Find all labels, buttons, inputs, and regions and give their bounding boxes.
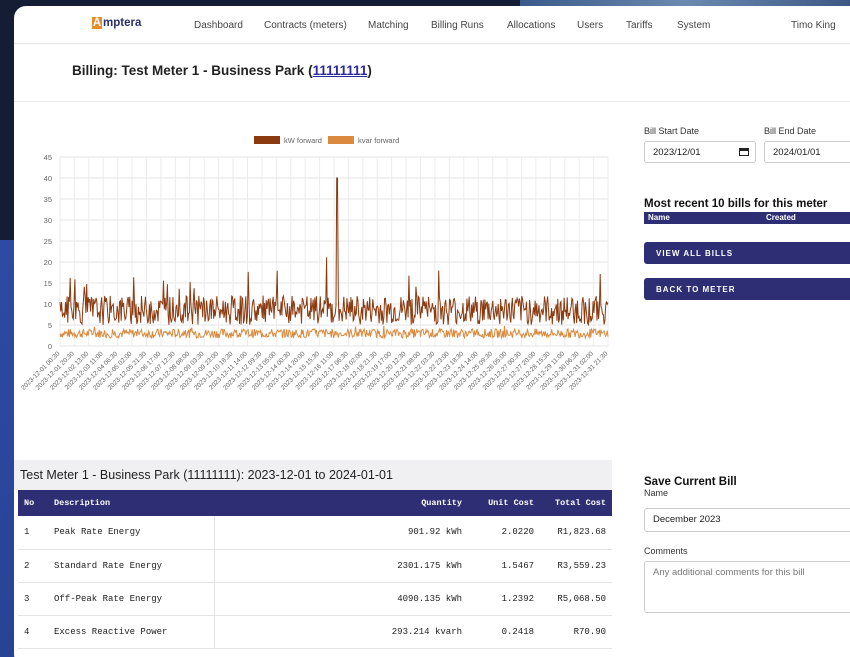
view-all-bills-button[interactable]: VIEW ALL BILLS (644, 242, 850, 264)
bill-name-input[interactable]: December 2023 (644, 508, 850, 532)
table-row: 3 Off-Peak Rate Energy 4090.135 kWh 1.23… (18, 582, 612, 616)
cell-description: Excess Reactive Power (48, 615, 215, 649)
legend-label: kvar forward (358, 136, 399, 145)
table-row: 1 Peak Rate Energy 901.92 kWh 2.0220 R1,… (18, 516, 612, 550)
th-unit-cost: Unit Cost (468, 490, 540, 516)
cell-quantity: 293.214 kvarh (214, 615, 468, 649)
cell-total-cost: R5,068.50 (540, 582, 612, 616)
cell-no: 4 (18, 615, 48, 649)
bill-name-label: Name (644, 488, 669, 498)
table-row: 2 Standard Rate Energy 2301.175 kWh 1.54… (18, 549, 612, 583)
th-description: Description (48, 490, 215, 516)
recent-bills-header: Name Created (644, 212, 850, 224)
recent-bills-title: Most recent 10 bills for this meter (644, 198, 828, 210)
y-tick-label: 30 (44, 216, 52, 225)
th-quantity: Quantity (214, 490, 468, 516)
cell-no: 3 (18, 582, 48, 616)
app-window: Amptera Dashboard Contracts (meters) Mat… (14, 6, 850, 657)
y-tick-label: 5 (48, 321, 52, 330)
chart-svg: 0510152025303540452023-12-01 00:302023-1… (20, 136, 610, 392)
col-created: Created (766, 213, 796, 222)
start-date-value: 2023/12/01 (653, 147, 701, 158)
calendar-icon[interactable] (739, 148, 749, 156)
y-tick-label: 20 (44, 258, 52, 267)
cell-quantity: 901.92 kWh (214, 516, 468, 550)
cell-no: 2 (18, 549, 48, 583)
y-tick-label: 45 (44, 153, 52, 162)
page-title: Billing: Test Meter 1 - Business Park (1… (72, 63, 372, 78)
cell-unit-cost: 2.0220 (468, 516, 540, 550)
nav-system[interactable]: System (677, 20, 710, 31)
nav-dashboard[interactable]: Dashboard (194, 20, 243, 31)
col-name: Name (648, 213, 670, 222)
cell-description: Peak Rate Energy (48, 516, 215, 550)
start-date-input[interactable]: 2023/12/01 (644, 141, 756, 163)
save-bill-panel: Save Current Bill Name December 2023 Com… (644, 476, 850, 613)
cell-unit-cost: 1.2392 (468, 582, 540, 616)
page-header: Billing: Test Meter 1 - Business Park (1… (14, 44, 850, 102)
cell-description: Standard Rate Energy (48, 549, 215, 583)
nav-allocations[interactable]: Allocations (507, 20, 555, 31)
cell-no: 1 (18, 516, 48, 550)
y-tick-label: 35 (44, 195, 52, 204)
nav-tariffs[interactable]: Tariffs (626, 20, 653, 31)
legend-label: kW forward (284, 136, 322, 145)
comments-label: Comments (644, 546, 688, 556)
user-menu[interactable]: Timo King (791, 20, 836, 31)
cell-total-cost: R70.90 (540, 615, 612, 649)
logo-letter: A (92, 17, 102, 29)
bill-table-title: Test Meter 1 - Business Park (11111111):… (14, 460, 612, 490)
table-header-row: No Description Quantity Unit Cost Total … (18, 490, 612, 516)
cell-description: Off-Peak Rate Energy (48, 582, 215, 616)
title-suffix: ) (367, 63, 372, 78)
y-tick-label: 25 (44, 237, 52, 246)
cell-unit-cost: 0.2418 (468, 615, 540, 649)
y-tick-label: 40 (44, 174, 52, 183)
cell-quantity: 4090.135 kWh (214, 582, 468, 616)
end-date-input[interactable]: 2024/01/01 (764, 141, 850, 163)
bill-controls: Bill Start Date 2023/12/01 Bill End Date… (644, 126, 850, 300)
usage-chart: 0 5 10 15 20 25 30 35 40 45 2023-12-01 00:30 2023-1… (14, 124, 614, 444)
save-bill-title: Save Current Bill (644, 476, 737, 488)
nav-contracts[interactable]: Contracts (meters) (264, 20, 347, 31)
th-no: No (18, 490, 48, 516)
logo[interactable]: Amptera (92, 17, 141, 29)
back-to-meter-button[interactable]: BACK TO METER (644, 278, 850, 300)
th-total-cost: Total Cost (540, 490, 612, 516)
bill-table: No Description Quantity Unit Cost Total … (18, 490, 612, 649)
nav-users[interactable]: Users (577, 20, 603, 31)
cell-quantity: 2301.175 kWh (214, 549, 468, 583)
cell-total-cost: R3,559.23 (540, 549, 612, 583)
title-prefix: Billing: Test Meter 1 - Business Park ( (72, 63, 313, 78)
cell-total-cost: R1,823.68 (540, 516, 612, 550)
nav-matching[interactable]: Matching (368, 20, 409, 31)
logo-text: mptera (103, 17, 142, 29)
y-tick-label: 0 (48, 342, 52, 351)
y-tick-label: 10 (44, 300, 52, 309)
comments-textarea[interactable]: Any additional comments for this bill (644, 561, 850, 613)
cell-unit-cost: 1.5467 (468, 549, 540, 583)
y-tick-label: 15 (44, 279, 52, 288)
end-date-value: 2024/01/01 (773, 147, 821, 158)
top-nav: Amptera Dashboard Contracts (meters) Mat… (14, 6, 850, 44)
legend-swatch (254, 136, 280, 144)
table-row: 4 Excess Reactive Power 293.214 kvarh 0.… (18, 615, 612, 649)
nav-billing-runs[interactable]: Billing Runs (431, 20, 484, 31)
start-date-label: Bill Start Date (644, 126, 700, 136)
end-date-label: Bill End Date (764, 126, 817, 136)
meter-link[interactable]: 11111111 (313, 63, 368, 78)
legend-swatch (328, 136, 354, 144)
